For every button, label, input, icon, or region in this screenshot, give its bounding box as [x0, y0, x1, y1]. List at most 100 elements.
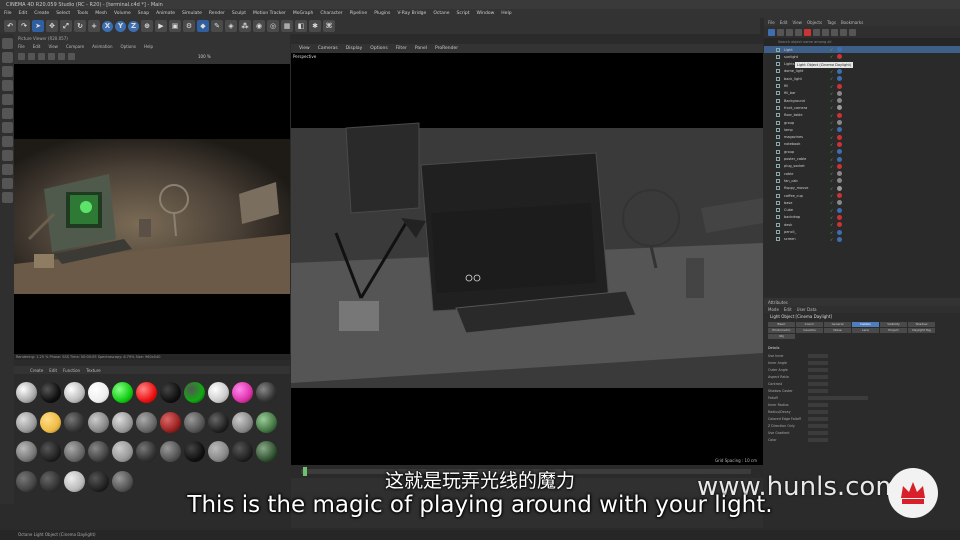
redo-icon[interactable]: ↷: [18, 20, 30, 32]
object-tag-icon[interactable]: [837, 207, 843, 213]
tab-coord[interactable]: Coord.: [796, 322, 823, 327]
object-row[interactable]: fan_cab ✓: [764, 177, 960, 184]
material-swatch[interactable]: [64, 441, 85, 462]
pv-channel-icon[interactable]: [58, 53, 65, 60]
object-row[interactable]: Lights✓: [764, 61, 960, 68]
visibility-check-icon[interactable]: ✓: [830, 178, 833, 183]
material-swatch[interactable]: [16, 441, 37, 462]
object-tag-icon[interactable]: [837, 185, 843, 191]
visibility-check-icon[interactable]: ✓: [830, 149, 833, 154]
boole-icon[interactable]: ◉: [253, 20, 265, 32]
menu-tools[interactable]: Tools: [77, 11, 88, 16]
tab-project[interactable]: Project: [880, 328, 907, 333]
object-row[interactable]: desk ✓: [764, 221, 960, 228]
material-swatch[interactable]: [136, 411, 157, 433]
lock-workplane-icon[interactable]: [1, 178, 13, 189]
camera-icon[interactable]: ◧: [295, 20, 307, 32]
snap-icon[interactable]: [1, 164, 13, 175]
visibility-check-icon[interactable]: ✓: [830, 113, 833, 118]
tab-lens[interactable]: Lens: [852, 328, 879, 333]
attr-menu-mode[interactable]: Mode: [768, 306, 779, 313]
menu-motion-tracker[interactable]: Motion Tracker: [253, 11, 286, 16]
object-tag-icon[interactable]: [837, 229, 843, 235]
menu-edit[interactable]: Edit: [19, 11, 28, 16]
visibility-check-icon[interactable]: ✓: [830, 171, 833, 176]
attribute-field-value[interactable]: [808, 368, 828, 372]
coordinate-system-icon[interactable]: ⊕: [141, 20, 153, 32]
material-swatch[interactable]: [232, 411, 253, 433]
object-row[interactable]: screen ✓: [764, 236, 960, 243]
3d-viewport[interactable]: Perspective Grid Spacing : 10 cm: [291, 53, 763, 465]
scene-icon[interactable]: ▦: [281, 20, 293, 32]
z-axis-button[interactable]: Z: [128, 20, 139, 32]
pv-menu-file[interactable]: File: [18, 44, 25, 49]
visibility-check-icon[interactable]: ✓: [830, 91, 833, 96]
om-tool-icon[interactable]: [813, 28, 820, 36]
render-view-icon[interactable]: ▶: [155, 20, 167, 32]
menu-window[interactable]: Window: [477, 11, 495, 16]
material-swatch[interactable]: [112, 441, 133, 462]
object-row[interactable]: base ✓: [764, 199, 960, 206]
y-axis-button[interactable]: Y: [115, 20, 126, 32]
om-menu-view[interactable]: View: [792, 20, 802, 25]
workplane-icon[interactable]: [1, 80, 13, 91]
object-row[interactable]: front_camera ✓: [764, 104, 960, 111]
object-tag-icon[interactable]: [837, 90, 843, 96]
object-row[interactable]: fill ✓: [764, 83, 960, 90]
material-swatch[interactable]: [184, 441, 205, 462]
script-icon[interactable]: ⌘: [323, 20, 335, 32]
object-tag-icon[interactable]: [837, 222, 843, 228]
object-tag-icon[interactable]: [837, 236, 843, 242]
material-swatch[interactable]: [16, 411, 37, 433]
object-row[interactable]: floppy_mouse ✓: [764, 185, 960, 192]
tab-shadow[interactable]: Shadow: [908, 322, 935, 327]
pv-save-icon[interactable]: [18, 53, 25, 60]
attribute-field-value[interactable]: [808, 375, 828, 379]
object-row[interactable]: floor_table ✓: [764, 112, 960, 119]
material-swatch[interactable]: [160, 411, 181, 433]
object-row[interactable]: dome_light ✓: [764, 68, 960, 75]
object-row[interactable]: cable ✓: [764, 170, 960, 177]
object-tag-icon[interactable]: [837, 98, 843, 104]
object-row[interactable]: notebook ✓: [764, 141, 960, 148]
material-swatch[interactable]: [160, 441, 181, 462]
object-row[interactable]: backdrop ✓: [764, 214, 960, 221]
material-swatch[interactable]: [64, 382, 85, 403]
object-tag-icon[interactable]: [837, 54, 843, 60]
object-row[interactable]: back_light ✓: [764, 75, 960, 82]
subdivision-icon[interactable]: ◈: [225, 20, 237, 32]
material-swatch[interactable]: [256, 382, 277, 403]
pv-fullscreen-icon[interactable]: [68, 53, 75, 60]
om-menu-file[interactable]: File: [768, 20, 775, 25]
object-tag-icon[interactable]: [837, 105, 843, 111]
material-swatch[interactable]: [256, 411, 277, 433]
object-row[interactable]: magazines ✓: [764, 134, 960, 141]
deformer-icon[interactable]: ◎: [267, 20, 279, 32]
pv-ab-compare-icon[interactable]: [48, 53, 55, 60]
vp-menu-filter[interactable]: Filter: [396, 46, 407, 51]
pv-menu-options[interactable]: Options: [121, 44, 136, 49]
object-row[interactable]: Light ✓: [764, 46, 960, 53]
tab-noise[interactable]: Noise: [824, 328, 851, 333]
om-tool-icon[interactable]: [840, 28, 847, 36]
material-swatch[interactable]: [136, 441, 157, 462]
object-row[interactable]: fill_bar ✓: [764, 90, 960, 97]
tweak-icon[interactable]: [1, 150, 13, 161]
solo-icon[interactable]: [1, 192, 13, 203]
attribute-field-value[interactable]: [808, 417, 828, 421]
recent-tool-icon[interactable]: +: [88, 20, 100, 32]
om-tool-icon[interactable]: [831, 28, 838, 36]
menu-file[interactable]: File: [4, 11, 12, 16]
tab-obj[interactable]: Obj: [768, 334, 795, 339]
object-row[interactable]: group ✓: [764, 148, 960, 155]
material-swatch[interactable]: [40, 441, 61, 462]
material-swatch[interactable]: [232, 382, 253, 403]
material-swatch[interactable]: [256, 441, 277, 462]
tab-daylight-tag[interactable]: Daylight Tag: [908, 328, 935, 333]
menu-vray-bridge[interactable]: V-Ray Bridge: [397, 11, 426, 16]
enable-axis-icon[interactable]: [1, 136, 13, 147]
material-swatch[interactable]: [88, 411, 109, 433]
select-icon[interactable]: ➤: [32, 20, 44, 32]
pv-menu-help[interactable]: Help: [144, 44, 153, 49]
material-swatch[interactable]: [88, 382, 109, 403]
